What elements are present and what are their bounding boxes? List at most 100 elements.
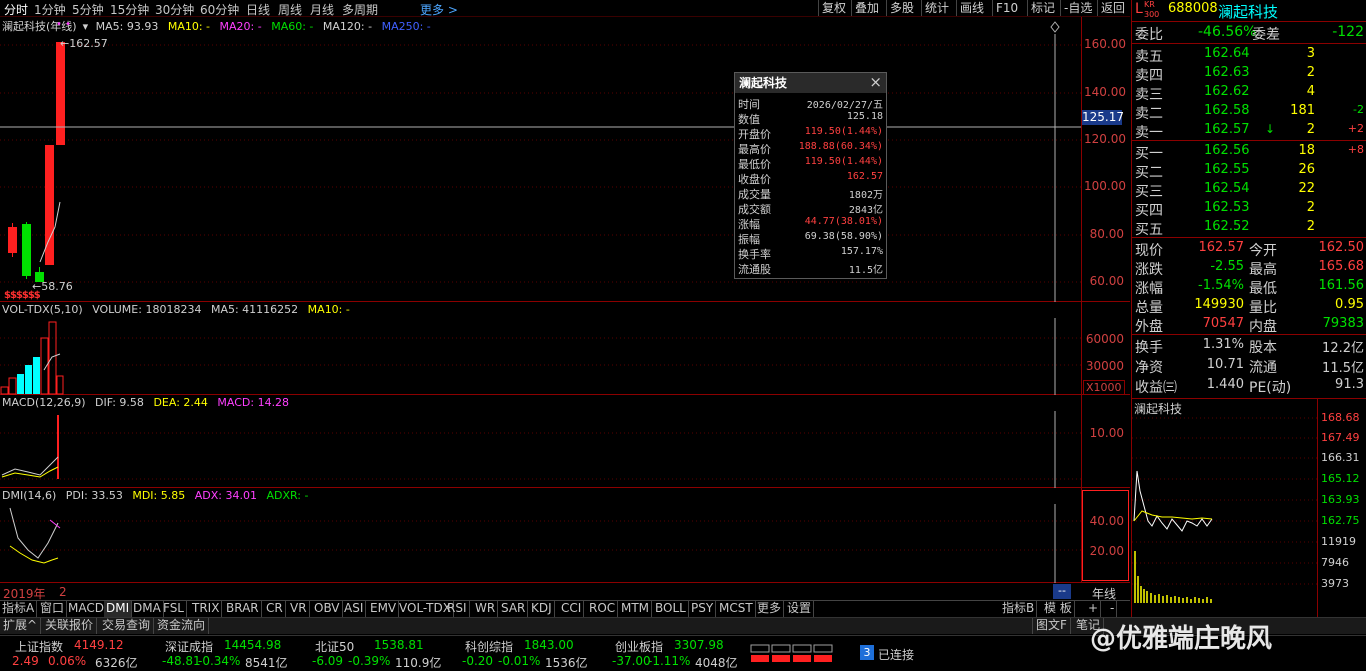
index-name[interactable]: 创业板指 xyxy=(615,638,663,655)
y-tick: 80.00 xyxy=(1089,227,1124,241)
watchlist-button[interactable]: -自选 xyxy=(1060,0,1095,16)
indicator-tab[interactable]: KDJ xyxy=(529,601,555,617)
indicator-tab[interactable]: DMI xyxy=(104,601,133,617)
stats-button[interactable]: 统计 xyxy=(921,0,952,16)
f10-button[interactable]: F10 xyxy=(992,0,1021,16)
indicator-tab-right[interactable]: 指标B xyxy=(1000,601,1038,617)
back-button[interactable]: 返回 xyxy=(1097,0,1128,16)
indicator-tab[interactable]: BOLL xyxy=(653,601,689,617)
volume-pane[interactable]: VOL-TDX(5,10) VOLUME: 18018234 MA5: 4111… xyxy=(0,302,1130,395)
close-icon[interactable]: × xyxy=(869,73,882,91)
indicator-tab[interactable]: 指标A xyxy=(0,601,38,617)
stat-label: 换手 xyxy=(1135,340,1163,356)
indicator-tab[interactable]: ROC xyxy=(587,601,619,617)
tab-graphic-f[interactable]: 图文F xyxy=(1032,618,1071,634)
stat-value: 10.71 xyxy=(1206,357,1244,372)
adjust-button[interactable]: 复权 xyxy=(818,0,849,16)
stat-value: 165.68 xyxy=(1318,259,1365,274)
indicator-tab[interactable]: MACD xyxy=(66,601,107,617)
indicator-tab[interactable]: ASI xyxy=(342,601,367,617)
index-name[interactable]: 北证50 xyxy=(315,638,354,655)
bar-info-popup: 澜起科技 × 时间 2026/02/27/五 数值 125.18 开盘价 119.50(1… xyxy=(734,72,887,279)
tab-fund-flow[interactable]: 资金流向 xyxy=(154,618,210,634)
indicator-tab[interactable]: TRIX xyxy=(190,601,223,617)
stat-value: 161.56 xyxy=(1318,278,1365,293)
index-name[interactable]: 上证指数 xyxy=(15,638,63,655)
draw-button[interactable]: 画线 xyxy=(956,0,987,16)
book-price: 162.52 xyxy=(1204,219,1250,234)
ask-row: 卖四 162.63 2 xyxy=(1132,64,1366,84)
dmi-pane[interactable]: DMI(14,6) PDI: 33.53 MDI: 5.85 ADX: 34.0… xyxy=(0,488,1130,583)
period-multi[interactable]: 多周期 xyxy=(342,1,378,18)
indicator-tab[interactable]: 设置 xyxy=(785,601,815,617)
indicator-tab[interactable]: BRAR xyxy=(224,601,262,617)
stat-label: 流通 xyxy=(1249,360,1277,376)
popup-row: 振幅 69.38(58.90%) xyxy=(735,231,886,246)
indicator-tab[interactable]: WR xyxy=(473,601,499,617)
indicator-tab-right[interactable]: - xyxy=(1108,601,1118,617)
tab-related-quotes[interactable]: 关联报价 xyxy=(42,618,98,634)
book-volume: 2 xyxy=(1306,65,1315,80)
bid-row: 买五 162.52 2 xyxy=(1132,218,1366,238)
y-tick: 140.00 xyxy=(1084,85,1126,99)
tab-expand[interactable]: 扩展^ xyxy=(0,618,42,634)
overlay-button[interactable]: 叠加 xyxy=(851,0,882,16)
book-change: +2 xyxy=(1347,122,1364,135)
stat-value: 162.57 xyxy=(1198,240,1245,255)
indicator-tab[interactable]: OBV xyxy=(312,601,343,617)
mini-y-tick: 3973 xyxy=(1321,577,1349,590)
indicator-tab[interactable]: PSY xyxy=(689,601,717,617)
indicator-tab[interactable]: 更多 xyxy=(755,601,785,617)
period-5min[interactable]: 5分钟 xyxy=(72,1,104,18)
connection-status[interactable]: 已连接 xyxy=(878,646,914,663)
popup-value: 125.18 xyxy=(846,111,883,122)
stat-value: 70547 xyxy=(1202,316,1244,331)
indicator-tab[interactable]: DMA xyxy=(131,601,164,617)
book-volume: 3 xyxy=(1306,46,1315,61)
period-more[interactable]: 更多 > xyxy=(420,1,458,18)
indicator-tab[interactable]: CR xyxy=(264,601,286,617)
index-name[interactable]: 深证成指 xyxy=(165,638,213,655)
period-15min[interactable]: 15分钟 xyxy=(110,1,149,18)
period-toolbar: 分时 1分钟 5分钟 15分钟 30分钟 60分钟 日线 周线 月线 多周期 更… xyxy=(0,0,1130,17)
period-day[interactable]: 日线 xyxy=(246,1,270,18)
market-badge-sup: KR xyxy=(1144,0,1155,9)
period-1min[interactable]: 1分钟 xyxy=(34,1,66,18)
stat-label: 最高 xyxy=(1249,262,1277,278)
period-60min[interactable]: 60分钟 xyxy=(200,1,239,18)
indicator-bar: 指标A 窗口 MACD DMI DMA FSL TRIX BRAR CR VR OBV ASI EMV V… xyxy=(0,600,1130,617)
period-month[interactable]: 月线 xyxy=(310,1,334,18)
indicator-tab[interactable]: MTM xyxy=(619,601,653,617)
book-label: 买一 xyxy=(1135,146,1163,162)
mark-button[interactable]: 标记 xyxy=(1027,0,1058,16)
index-name[interactable]: 科创综指 xyxy=(465,638,513,655)
indicator-tab-right[interactable]: 模 板 xyxy=(1042,601,1075,617)
indicator-tab[interactable]: CCI xyxy=(559,601,585,617)
indicator-tab-right[interactable]: + xyxy=(1086,601,1102,617)
book-volume: 2 xyxy=(1306,122,1315,137)
period-30min[interactable]: 30分钟 xyxy=(155,1,194,18)
popup-value: 69.38(58.90%) xyxy=(804,231,883,242)
macd-pane[interactable]: MACD(12,26,9) DIF: 9.58 DEA: 2.44 MACD: … xyxy=(0,395,1130,488)
indicator-tab[interactable]: SAR xyxy=(499,601,529,617)
y-tick: 30000 xyxy=(1085,359,1124,373)
index-amount: 4048亿 xyxy=(695,656,738,670)
index-pct: -0.34% xyxy=(198,654,241,668)
macd-canvas xyxy=(0,411,1081,488)
indicator-tab[interactable]: MCST xyxy=(717,601,756,617)
mini-intraday-chart[interactable]: 澜起科技 168.68 167.49 166.31 165.12 163.93 162.7… xyxy=(1131,398,1366,618)
volume-canvas xyxy=(0,318,1081,395)
indicator-tab[interactable]: EMV xyxy=(368,601,400,617)
period-timeshare[interactable]: 分时 xyxy=(4,1,28,18)
indicator-tab[interactable]: FSL xyxy=(161,601,187,617)
stat-row: 涨跌 -2.55 最高 165.68 xyxy=(1132,258,1366,278)
kline-pane[interactable]: 澜起科技(年线) ▾ MA5: 93.93 MA10: - MA20: - MA6… xyxy=(0,17,1130,302)
multi-stock-button[interactable]: 多股 xyxy=(886,0,917,16)
popup-key: 数值 xyxy=(738,113,760,126)
indicator-tab[interactable]: VR xyxy=(288,601,310,617)
period-week[interactable]: 周线 xyxy=(278,1,302,18)
tab-trade-query[interactable]: 交易查询 xyxy=(99,618,155,634)
y-tick: 60000 xyxy=(1085,332,1124,346)
indicator-tab[interactable]: RSI xyxy=(445,601,470,617)
indicator-tab[interactable]: 窗口 xyxy=(38,601,68,617)
